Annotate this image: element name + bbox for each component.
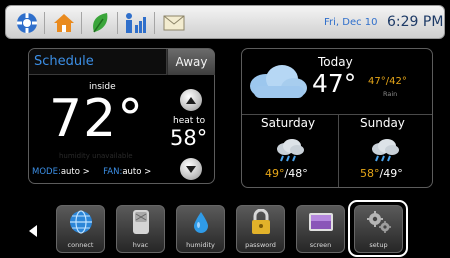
- today-label: Today: [318, 55, 353, 69]
- humidity-label: humidity: [186, 241, 215, 249]
- hvac-label: hvac: [132, 241, 149, 249]
- home-icon[interactable]: [50, 10, 78, 36]
- screen-icon: [308, 209, 334, 235]
- saturday-low: /48°: [284, 167, 308, 180]
- status-date: Fri, Dec 10: [324, 17, 378, 28]
- cloud-icon: [246, 62, 310, 104]
- energy-usage-icon[interactable]: [122, 10, 150, 36]
- sunday-high: 58°: [360, 167, 380, 180]
- status-time: 6:29 PM: [387, 14, 444, 30]
- mode-key: MODE:: [32, 167, 61, 177]
- gear-icon[interactable]: [13, 10, 41, 36]
- forecast-day-sunday: Sunday: [360, 116, 405, 130]
- water-drop-icon: [188, 209, 214, 235]
- rain-cloud-icon: [370, 137, 400, 167]
- schedule-button[interactable]: Schedule: [29, 49, 167, 75]
- humidity-button[interactable]: humidity: [176, 205, 225, 253]
- hvac-unit-icon: [128, 209, 154, 235]
- schedule-label: Schedule: [34, 54, 94, 69]
- saturday-high: 49°: [265, 167, 285, 180]
- humidity-status: humidity unavailable: [59, 152, 133, 160]
- weather-panel[interactable]: Today 47° 47°/42° Rain Saturday 49°/48° …: [241, 48, 433, 188]
- screen-button[interactable]: screen: [296, 205, 345, 253]
- selection-highlight: [348, 200, 408, 257]
- heat-setpoint: 58°: [170, 126, 208, 150]
- chevron-up-icon: [186, 96, 196, 104]
- saturday-temperatures: 49°/48°: [265, 167, 308, 180]
- lock-icon: [248, 209, 274, 235]
- away-button[interactable]: Away: [167, 49, 215, 75]
- chevron-down-icon: [186, 165, 196, 173]
- divider: [338, 115, 339, 187]
- sunday-low: /49°: [379, 167, 403, 180]
- fan-key: FAN:: [103, 167, 123, 177]
- hvac-button[interactable]: hvac: [116, 205, 165, 253]
- globe-icon: [68, 209, 94, 235]
- status-bar: Fri, Dec 10 6:29 PM: [5, 5, 445, 39]
- separator: [154, 12, 155, 34]
- connect-button[interactable]: connect: [56, 205, 105, 253]
- screen-label: screen: [309, 241, 332, 249]
- heat-to-label: heat to: [173, 116, 206, 126]
- thermostat-panel: Schedule Away inside 72° humidity unavai…: [28, 48, 215, 184]
- password-label: password: [245, 241, 276, 249]
- temp-down-button[interactable]: [180, 158, 202, 180]
- separator: [81, 12, 82, 34]
- leaf-icon[interactable]: [86, 10, 114, 36]
- mode-fan-row: MODE:auto > FAN:auto >: [32, 167, 151, 177]
- forecast-day-saturday: Saturday: [261, 116, 316, 130]
- rain-cloud-icon: [275, 137, 305, 167]
- mode-button[interactable]: auto >: [61, 167, 90, 177]
- fan-button[interactable]: auto >: [122, 167, 151, 177]
- dock-scroll-left-button[interactable]: [29, 225, 37, 237]
- today-condition: Rain: [383, 90, 398, 98]
- separator: [44, 12, 45, 34]
- temp-up-button[interactable]: [180, 89, 202, 111]
- password-button[interactable]: password: [236, 205, 285, 253]
- divider: [242, 114, 432, 115]
- inside-temperature: 72°: [49, 89, 145, 149]
- today-high-low: 47°/42°: [368, 76, 407, 87]
- separator: [117, 12, 118, 34]
- message-icon[interactable]: [160, 10, 188, 36]
- connect-label: connect: [67, 241, 94, 249]
- today-temperature: 47°: [312, 69, 357, 98]
- sunday-temperatures: 58°/49°: [360, 167, 403, 180]
